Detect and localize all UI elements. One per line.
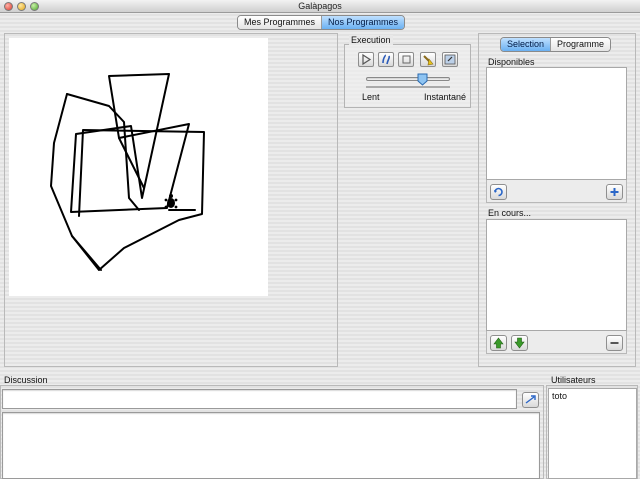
move-up-button[interactable] — [490, 335, 507, 351]
tab-nos-programmes[interactable]: Nos Programmes — [321, 16, 405, 29]
tab-mes-programmes[interactable]: Mes Programmes — [238, 16, 322, 29]
step-button[interactable] — [378, 52, 394, 67]
send-message-button[interactable] — [522, 392, 539, 408]
program-scope-tabs: Mes Programmes Nos Programmes — [237, 15, 406, 30]
disponibles-list[interactable] — [486, 67, 627, 180]
reset-button[interactable] — [442, 52, 458, 67]
run-button[interactable] — [358, 52, 374, 67]
stop-icon — [402, 55, 411, 64]
discussion-log[interactable] — [2, 412, 540, 479]
discussion-label: Discussion — [4, 375, 48, 385]
right-panel-tabs: Selection Programme — [500, 37, 612, 52]
move-down-button[interactable] — [511, 335, 528, 351]
minus-icon — [610, 342, 619, 344]
speed-slider-ticks — [366, 86, 450, 90]
execution-label: Execution — [349, 35, 393, 45]
turtle-icon — [164, 194, 178, 209]
stop-button[interactable] — [398, 52, 414, 67]
clean-icon — [423, 55, 434, 66]
turtle-canvas[interactable] — [9, 38, 268, 296]
user-item[interactable]: toto — [549, 389, 636, 403]
window-title: Galàpagos — [298, 1, 342, 11]
clean-button[interactable] — [420, 52, 436, 67]
users-list[interactable]: toto — [548, 388, 637, 479]
arrow-up-icon — [493, 337, 504, 349]
plus-icon — [610, 188, 619, 196]
utilisateurs-label: Utilisateurs — [551, 375, 596, 385]
turtle-reset-icon — [444, 54, 456, 65]
remove-program-button[interactable] — [606, 335, 623, 351]
tab-selection[interactable]: Selection — [501, 38, 551, 51]
speed-slider-track[interactable] — [366, 77, 450, 81]
play-icon — [362, 53, 372, 66]
speed-slider-thumb[interactable] — [417, 73, 428, 86]
speed-min-label: Lent — [362, 92, 380, 102]
en-cours-list[interactable] — [486, 219, 627, 331]
refresh-button[interactable] — [490, 184, 507, 200]
tab-programme[interactable]: Programme — [550, 38, 611, 51]
turtle-drawing — [50, 73, 205, 271]
disponibles-label: Disponibles — [488, 57, 535, 67]
send-icon — [525, 395, 536, 404]
step-icon — [382, 54, 391, 65]
speed-max-label: Instantané — [424, 92, 467, 102]
arrow-down-icon — [514, 337, 525, 349]
add-program-button[interactable] — [606, 184, 623, 200]
discussion-input[interactable] — [2, 389, 517, 409]
en-cours-label: En cours... — [488, 208, 532, 218]
refresh-icon — [494, 187, 503, 197]
window-titlebar: Galàpagos — [0, 0, 640, 13]
